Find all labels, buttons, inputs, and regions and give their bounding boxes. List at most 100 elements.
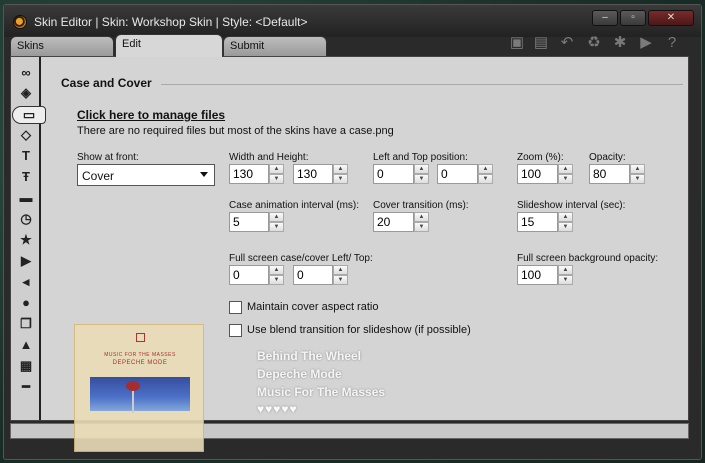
preview-artist: Depeche Mode [257, 367, 342, 381]
element-sidebar: ∞ ◈ ▭ ◇ T Ŧ ▬ ◷ ★ ▶ ◂ ● ❐ ▲ ▦ ━ [11, 57, 46, 420]
spin-down-icon[interactable]: ▼ [333, 174, 348, 184]
spin-down-icon[interactable]: ▼ [478, 174, 493, 184]
rectangle-icon[interactable]: ▭ [12, 106, 46, 124]
spin-up-icon[interactable]: ▲ [630, 164, 645, 174]
width-height-label: Width and Height: [229, 152, 309, 163]
spin-up-icon[interactable]: ▲ [558, 212, 573, 222]
spin-down-icon[interactable]: ▼ [333, 275, 348, 285]
checkbox-box[interactable] [229, 324, 242, 337]
case-animation-stepper[interactable]: ▲▼ [229, 212, 284, 232]
grid-icon[interactable]: ▦ [18, 358, 34, 374]
spin-down-icon[interactable]: ▼ [269, 275, 284, 285]
title-bar[interactable]: Skin Editor | Skin: Workshop Skin | Styl… [4, 5, 701, 37]
spin-down-icon[interactable]: ▼ [414, 174, 429, 184]
diamond-icon[interactable]: ◇ [18, 127, 34, 143]
tab-submit[interactable]: Submit [223, 36, 327, 56]
text-icon[interactable]: T [18, 148, 34, 164]
spin-up-icon[interactable]: ▲ [333, 164, 348, 174]
album-cover-preview[interactable]: MUSIC FOR THE MASSES DEPECHE MODE [74, 324, 204, 452]
cover-transition-input[interactable] [373, 212, 414, 232]
fullscreen-left-top-label: Full screen case/cover Left/ Top: [229, 253, 373, 264]
play-icon[interactable]: ▶ [637, 34, 655, 52]
left-top-label: Left and Top position: [373, 152, 468, 163]
show-at-front-label: Show at front: [77, 152, 139, 163]
spin-up-icon[interactable]: ▲ [478, 164, 493, 174]
spin-down-icon[interactable]: ▼ [558, 275, 573, 285]
zoom-stepper[interactable]: ▲▼ [517, 164, 573, 184]
manage-files-link[interactable]: Click here to manage files [77, 108, 225, 122]
preview-album: Music For The Masses [257, 385, 386, 399]
volume-icon[interactable]: ◂ [18, 274, 34, 290]
spin-down-icon[interactable]: ▼ [269, 174, 284, 184]
spin-up-icon[interactable]: ▲ [558, 265, 573, 275]
checkbox-box[interactable] [229, 301, 242, 314]
chevron-down-icon [200, 172, 208, 177]
maintain-aspect-label: Maintain cover aspect ratio [247, 301, 379, 313]
spin-down-icon[interactable]: ▼ [414, 222, 429, 232]
mask-icon[interactable]: ∞ [18, 65, 34, 81]
spin-up-icon[interactable]: ▲ [414, 164, 429, 174]
top-stepper[interactable]: ▲▼ [437, 164, 493, 184]
show-at-front-select[interactable]: Cover [77, 164, 215, 186]
fullscreen-bg-opacity-label: Full screen background opacity: [517, 253, 659, 264]
spin-up-icon[interactable]: ▲ [333, 265, 348, 275]
text-format-icon[interactable]: Ŧ [18, 169, 34, 185]
fullscreen-top-stepper[interactable]: ▲▼ [293, 265, 348, 285]
spin-down-icon[interactable]: ▼ [558, 174, 573, 184]
fullscreen-left-input[interactable] [229, 265, 269, 285]
section-divider [161, 84, 683, 85]
left-stepper[interactable]: ▲▼ [373, 164, 429, 184]
height-input[interactable] [293, 164, 333, 184]
save-icon[interactable]: ▣ [508, 34, 526, 52]
width-stepper[interactable]: ▲▼ [229, 164, 284, 184]
blend-transition-label: Use blend transition for slideshow (if p… [247, 324, 471, 336]
star-icon[interactable]: ★ [18, 232, 34, 248]
window-title: Skin Editor | Skin: Workshop Skin | Styl… [34, 15, 308, 29]
help-icon[interactable]: ? [663, 34, 681, 52]
preview-rating-hearts: ♥♥♥♥♥ [257, 402, 298, 416]
clock-icon[interactable]: ◷ [18, 211, 34, 227]
divider-icon[interactable]: ━ [18, 379, 34, 395]
files-info-text: There are no required files but most of … [77, 125, 394, 137]
slideshow-interval-stepper[interactable]: ▲▼ [517, 212, 573, 232]
copy-icon[interactable]: ❐ [18, 316, 34, 332]
fullscreen-bg-opacity-input[interactable] [517, 265, 558, 285]
spin-down-icon[interactable]: ▼ [558, 222, 573, 232]
fullscreen-top-input[interactable] [293, 265, 333, 285]
spin-down-icon[interactable]: ▼ [269, 222, 284, 232]
spin-up-icon[interactable]: ▲ [269, 265, 284, 275]
cover-album-text: MUSIC FOR THE MASSES [104, 352, 176, 358]
layers-icon[interactable]: ▲ [18, 337, 34, 353]
spin-up-icon[interactable]: ▲ [558, 164, 573, 174]
cover-transition-stepper[interactable]: ▲▼ [373, 212, 429, 232]
fullscreen-bg-opacity-stepper[interactable]: ▲▼ [517, 265, 573, 285]
top-input[interactable] [437, 164, 478, 184]
asterisk-icon[interactable]: ✱ [611, 34, 629, 52]
tab-edit[interactable]: Edit [115, 34, 223, 57]
zoom-input[interactable] [517, 164, 558, 184]
opacity-stepper[interactable]: ▲▼ [589, 164, 645, 184]
tab-skins[interactable]: Skins [10, 36, 114, 56]
width-input[interactable] [229, 164, 269, 184]
save-all-icon[interactable]: ▤ [532, 34, 550, 52]
case-animation-input[interactable] [229, 212, 269, 232]
minimize-button[interactable]: – [592, 10, 618, 26]
close-button[interactable]: ✕ [648, 10, 694, 26]
spin-up-icon[interactable]: ▲ [269, 164, 284, 174]
left-input[interactable] [373, 164, 414, 184]
speech-bubble-icon[interactable]: ● [18, 295, 34, 311]
maximize-button[interactable]: ▫ [620, 10, 646, 26]
dot-icon[interactable]: ◈ [18, 85, 34, 101]
cover-logo-icon [136, 333, 145, 342]
slideshow-interval-input[interactable] [517, 212, 558, 232]
undo-icon[interactable]: ↶ [558, 34, 576, 52]
spin-down-icon[interactable]: ▼ [630, 174, 645, 184]
line-icon[interactable]: ▬ [18, 190, 34, 206]
play-icon[interactable]: ▶ [18, 253, 34, 269]
opacity-input[interactable] [589, 164, 630, 184]
spin-up-icon[interactable]: ▲ [414, 212, 429, 222]
height-stepper[interactable]: ▲▼ [293, 164, 348, 184]
spin-up-icon[interactable]: ▲ [269, 212, 284, 222]
recycle-icon[interactable]: ♻ [585, 34, 603, 52]
fullscreen-left-stepper[interactable]: ▲▼ [229, 265, 284, 285]
